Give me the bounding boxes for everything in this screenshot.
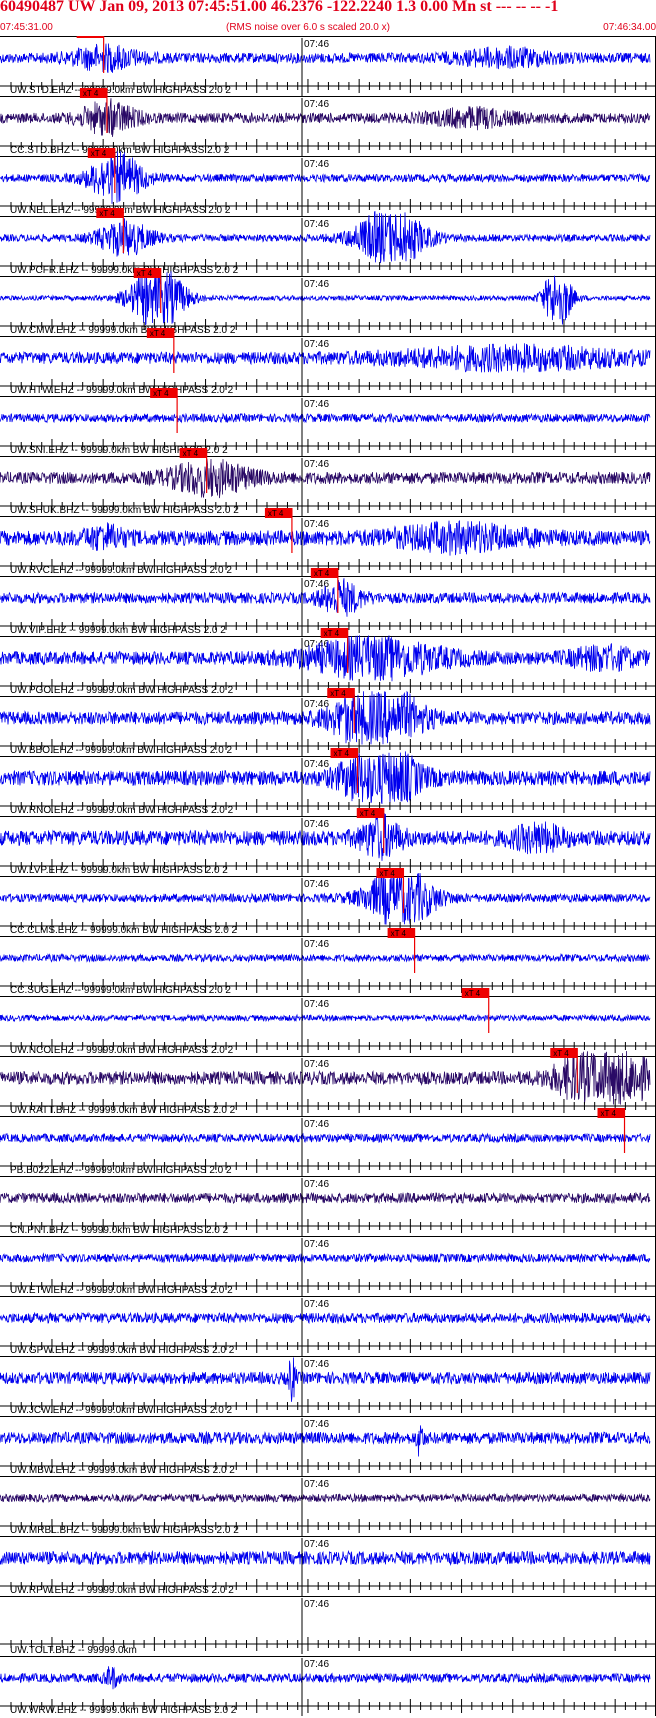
minute-tick-label: 07:46 (304, 519, 329, 530)
pick-label: xT 4 (553, 1049, 569, 1058)
station-label: UW.PCFR.EHZ -- 99999.0km BW HIGHPASS 2.0… (10, 265, 239, 276)
station-label: UW.RATT.BHZ -- 99999.0km BW HIGHPASS 2.0… (10, 1105, 236, 1116)
pick-label: xT 4 (91, 149, 107, 158)
pick-label: xT 4 (601, 1109, 617, 1118)
minute-tick-label: 07:46 (304, 1539, 329, 1550)
pick-label: xT 4 (465, 989, 481, 998)
minute-tick-label: 07:46 (304, 339, 329, 350)
pick-label: xT 4 (360, 809, 376, 818)
minute-tick-label: 07:46 (304, 279, 329, 290)
minute-tick-label: 07:46 (304, 39, 329, 50)
minute-tick-label: 07:46 (304, 759, 329, 770)
end-time-label: 07:46:34.00 (603, 22, 656, 33)
station-label: UW.RNO.EHZ -- 99999.0km BW HIGHPASS 2.0 … (10, 805, 234, 816)
minute-tick-label: 07:46 (304, 219, 329, 230)
waveform-trace (0, 1252, 651, 1264)
pick-label: xT 4 (379, 869, 395, 878)
station-label: CC.STD.BHZ -- 99999.0km BW HIGHPASS 2.0 … (10, 145, 230, 156)
station-label: UW.RPW.EHZ -- 99999.0km BW HIGHPASS 2.0 … (10, 1585, 234, 1596)
minute-tick-label: 07:46 (304, 999, 329, 1010)
minute-tick-label: 07:46 (304, 819, 329, 830)
station-label: CC.CLMS.EHZ -- 99999.0km BW HIGHPASS 2.0… (10, 925, 238, 936)
station-label: UW.JCW.EHZ -- 99999.0km BW HIGHPASS 2.0 … (10, 1405, 233, 1416)
minute-tick-label: 07:46 (304, 459, 329, 470)
waveform-trace (0, 1013, 651, 1023)
waveform-trace (0, 1191, 651, 1205)
seismogram-plot: 07:46 UW.STD.EHZ -- 99999.0km BW HIGHPASS… (0, 36, 656, 1716)
minute-tick-label: 07:46 (304, 699, 329, 710)
station-label: UW.SHUK.BHZ -- 99999.0km BW HIGHPASS 2.0… (10, 505, 239, 516)
minute-tick-label: 07:46 (304, 1179, 329, 1190)
waveform-trace (0, 1549, 651, 1566)
station-label: UW.ETW.EHZ -- 99999.0km BW HIGHPASS 2.0 … (10, 1285, 233, 1296)
station-label: UW.WRW.EHZ -- 99999.0km BW HIGHPASS 2.0 … (10, 1705, 237, 1716)
minute-tick-label: 07:46 (304, 1119, 329, 1130)
start-time-label: 07:45:31.00 (0, 22, 53, 33)
waveform-trace (0, 1425, 651, 1457)
minute-tick-label: 07:46 (304, 1299, 329, 1310)
station-label: UW.MRBL.BHZ -- 99999.0km BW HIGHPASS 2.0… (10, 1525, 239, 1536)
minute-tick-label: 07:46 (304, 879, 329, 890)
event-title: 60490487 UW Jan 09, 2013 07:45:51.00 46.… (0, 0, 559, 15)
pick-label: xT 4 (83, 89, 99, 98)
station-label: UW.RVC.EHZ -- 99999.0km BW HIGHPASS 2.0 … (10, 565, 232, 576)
minute-tick-label: 07:46 (304, 1059, 329, 1070)
minute-tick-label: 07:46 (304, 1239, 329, 1250)
pick-label: xT 4 (150, 329, 166, 338)
station-label: UW.BBO.EHZ -- 99999.0km BW HIGHPASS 2.0 … (10, 745, 233, 756)
station-label: UW.LVP.EHZ -- 99999.0km BW HIGHPASS 2.0 … (10, 865, 228, 876)
minute-tick-label: 07:46 (304, 159, 329, 170)
pick-label: xT 4 (137, 269, 153, 278)
station-label: CN.PNT.BHZ -- 99999.0km BW HIGHPASS 2.0 … (10, 1225, 229, 1236)
minute-tick-label: 07:46 (304, 1599, 329, 1610)
waveform-trace (0, 412, 651, 424)
minute-tick-label: 07:46 (304, 399, 329, 410)
station-label: UW.TOLT.BHZ -- 99999.0km (10, 1645, 137, 1656)
minute-tick-label: 07:46 (304, 939, 329, 950)
minute-tick-label: 07:46 (304, 1659, 329, 1670)
pick-label: xT 4 (153, 389, 169, 398)
minute-tick-label: 07:46 (304, 1479, 329, 1490)
station-label: UW.PGO.EHZ -- 99999.0km BW HIGHPASS 2.0 … (10, 685, 234, 696)
pick-label: xT 4 (268, 509, 284, 518)
waveform-trace (0, 1492, 651, 1504)
minute-tick-label: 07:46 (304, 99, 329, 110)
station-label: UW.GPW.EHZ -- 99999.0km BW HIGHPASS 2.0 … (10, 1345, 235, 1356)
station-label: UW.CMW.EHZ -- 99999.0km BW HIGHPASS 2.0 … (10, 325, 236, 336)
pick-label: xT 4 (183, 449, 199, 458)
rms-noise-subtitle: (RMS noise over 6.0 s scaled 20.0 x) (226, 22, 390, 33)
plot-header: 60490487 UW Jan 09, 2013 07:45:51.00 46.… (0, 0, 656, 36)
station-label: UW.HTW.EHZ -- 99999.0km BW HIGHPASS 2.0 … (10, 385, 234, 396)
minute-tick-label: 07:46 (304, 1359, 329, 1370)
pick-label: xT 4 (391, 929, 407, 938)
station-label: UW.NCO.EHZ -- 99999.0km BW HIGHPASS 2.0 … (10, 1045, 234, 1056)
station-label: UW.MBW.EHZ -- 99999.0km BW HIGHPASS 2.0 … (10, 1465, 235, 1476)
station-label: UW.VIP.EHZ -- 99999.0km BW HIGHPASS 2.0 … (10, 625, 226, 636)
waveform-trace (0, 1132, 651, 1144)
pick-label: xT 4 (334, 749, 350, 758)
pick-label: xT 4 (99, 209, 115, 218)
pick-label: xT 4 (80, 36, 96, 38)
pick-label: xT 4 (314, 569, 330, 578)
station-label: PB.B022.EHZ -- 99999.0km BW HIGHPASS 2.0… (10, 1165, 232, 1176)
station-label: CC.SUG.EHZ -- 99999.0km BW HIGHPASS 2.0 … (10, 985, 231, 996)
pick-label: xT 4 (330, 689, 346, 698)
waveform-trace (0, 952, 651, 964)
minute-tick-label: 07:46 (304, 1419, 329, 1430)
waveform-trace (0, 1311, 651, 1325)
pick-label: xT 4 (324, 629, 340, 638)
station-label: UW.STD.EHZ -- 99999.0km BW HIGHPASS 2.0 … (10, 85, 231, 96)
